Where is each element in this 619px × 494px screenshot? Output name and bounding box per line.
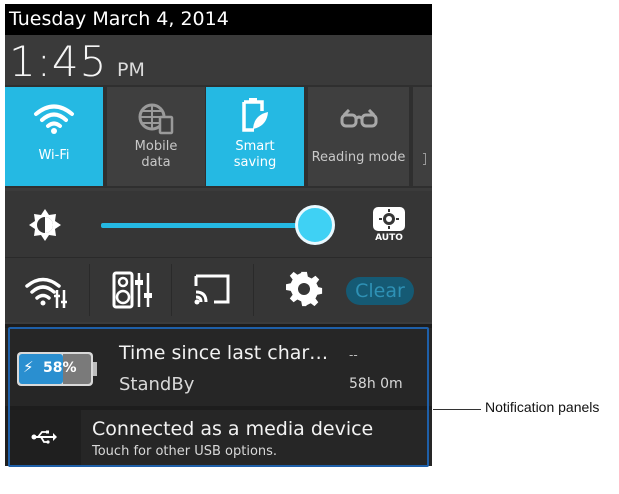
glasses-icon: [340, 109, 377, 128]
cast-screen-icon: [194, 274, 230, 305]
clock-ampm: PM: [117, 59, 145, 81]
globe-sim-icon: [138, 103, 174, 135]
tile-reading-mode[interactable]: Reading mode: [308, 87, 409, 186]
brightness-slider-track[interactable]: [101, 223, 315, 228]
cast-screen-button[interactable]: [172, 258, 254, 322]
wifi-settings-button[interactable]: [5, 258, 87, 322]
wifi-settings-icon: [25, 277, 67, 308]
tile-smart-saving-label: Smart saving: [233, 139, 277, 170]
tile-mobile-data[interactable]: Mobile data: [107, 87, 205, 186]
auto-brightness-icon[interactable]: AUTO: [369, 205, 409, 245]
quick-settings-tiles: Wi-Fi Mobile data Smart saving Reading m…: [5, 85, 432, 188]
callout-line: [433, 409, 481, 410]
audio-equalizer-icon: [112, 271, 152, 309]
auto-label: AUTO: [375, 233, 403, 243]
status-bar-date: Tuesday March 4, 2014: [5, 4, 432, 35]
tile-mobile-data-label: Mobile data: [134, 139, 178, 170]
brightness-icon: [29, 209, 61, 241]
tile-wifi[interactable]: Wi-Fi: [5, 87, 103, 186]
tile-smart-saving[interactable]: Smart saving: [206, 87, 304, 186]
brightness-row: AUTO: [5, 191, 432, 257]
gear-icon: [286, 271, 323, 307]
tile-wifi-label: Wi-Fi: [38, 148, 70, 163]
wifi-icon: [34, 104, 74, 134]
shortcut-icon-row: Clear: [5, 257, 432, 322]
clock-row: 1:45 PM: [5, 35, 432, 86]
callout-label: Notification panels: [485, 399, 600, 415]
tile-partial[interactable]: [413, 87, 432, 186]
battery-leaf-icon: [242, 98, 268, 132]
brightness-slider-knob[interactable]: [295, 205, 335, 245]
auto-brightness-glyph: [373, 207, 405, 231]
notification-panels-highlight: [8, 327, 429, 467]
tile-reading-mode-label: Reading mode: [311, 150, 406, 165]
clear-all-button[interactable]: Clear: [346, 277, 414, 305]
clock-time: 1:45: [9, 37, 108, 86]
settings-button[interactable]: [254, 258, 336, 322]
audio-wizard-button[interactable]: [90, 258, 172, 322]
partial-tile-glyph: [423, 153, 426, 165]
